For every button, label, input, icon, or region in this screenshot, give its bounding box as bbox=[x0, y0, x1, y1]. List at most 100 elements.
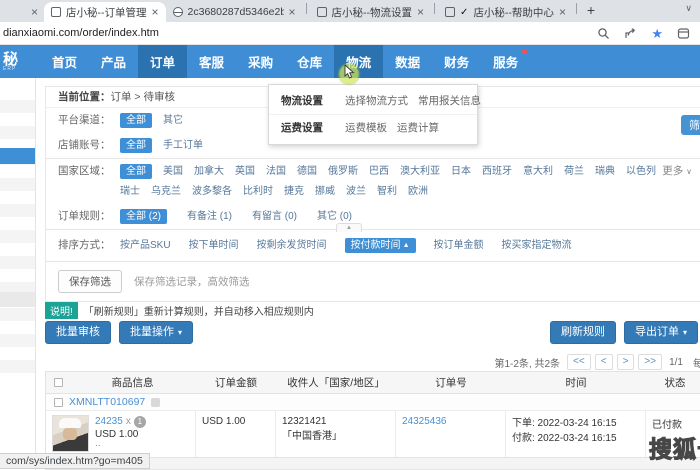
sort-option[interactable]: 按下单时间 bbox=[189, 237, 239, 254]
country-option[interactable]: 澳大利亚 bbox=[400, 163, 440, 180]
country-option[interactable]: 欧洲 bbox=[408, 183, 428, 200]
country-option[interactable]: 挪威 bbox=[315, 183, 335, 200]
zoom-icon[interactable] bbox=[597, 27, 610, 40]
close-icon[interactable]: × bbox=[417, 6, 424, 18]
sort-option[interactable]: 按订单金额 bbox=[434, 237, 484, 254]
nav-item-purchasing[interactable]: 采购 bbox=[236, 45, 285, 78]
sort-option[interactable]: 按产品SKU bbox=[120, 237, 171, 254]
bookmark-star-icon[interactable]: ★ bbox=[651, 27, 663, 40]
tab-title: 2c3680287d5346e2b3 bbox=[187, 6, 284, 18]
country-option[interactable]: 俄罗斯 bbox=[328, 163, 358, 180]
toolbar: 批量审核 批量操作 ▾ 刷新规则 导出订单 ▾ bbox=[45, 321, 698, 344]
country-option[interactable]: 荷兰 bbox=[564, 163, 584, 180]
shop-option[interactable]: 手工订单 bbox=[163, 140, 203, 151]
notice-text: 「刷新规则」重新计算规则，并自动移入相应规则内 bbox=[83, 307, 314, 318]
first-page-button[interactable]: << bbox=[567, 354, 591, 370]
rule-option[interactable]: 有备注 (1) bbox=[187, 208, 232, 225]
nav-item-finance[interactable]: 财务 bbox=[432, 45, 481, 78]
batch-operations-button[interactable]: 批量操作 ▾ bbox=[119, 321, 194, 344]
prev-page-button[interactable]: < bbox=[594, 354, 613, 370]
share-icon[interactable] bbox=[624, 27, 637, 40]
new-tab-button[interactable]: + bbox=[580, 2, 602, 18]
nav-item-data[interactable]: 数据 bbox=[383, 45, 432, 78]
platform-selected-chip[interactable]: 全部 bbox=[120, 113, 152, 128]
rules-selected-chip[interactable]: 全部 (2) bbox=[120, 209, 167, 224]
country-option[interactable]: 美国 bbox=[163, 163, 183, 180]
nav-item-customer-service[interactable]: 客服 bbox=[187, 45, 236, 78]
country-option[interactable]: 加拿大 bbox=[194, 163, 224, 180]
menu-item-customs-info[interactable]: 常用报关信息 bbox=[418, 93, 481, 109]
country-option[interactable]: 巴西 bbox=[369, 163, 389, 180]
nav-item-services[interactable]: 服务 bbox=[481, 45, 530, 78]
close-icon[interactable]: × bbox=[559, 6, 566, 18]
pagination: 第1-2条, 共2条 << < > >> 1/1 每页 bbox=[491, 354, 700, 370]
country-option[interactable]: 德国 bbox=[297, 163, 317, 180]
tab-logistics-settings[interactable]: 店小秘--物流设置 × bbox=[310, 2, 432, 22]
order-number-link[interactable]: 24325436 bbox=[402, 416, 447, 427]
order-amount-cell: USD 1.00 bbox=[196, 411, 276, 457]
platform-option[interactable]: 其它 bbox=[163, 115, 183, 126]
tab-help-center[interactable]: ✓ 店小秘--帮助中心 × bbox=[438, 2, 573, 22]
country-option[interactable]: 日本 bbox=[451, 163, 471, 180]
menu-item-freight-template[interactable]: 运费模板 bbox=[345, 120, 387, 136]
table-header: 商品信息 订单金额 收件人「国家/地区」 订单号 时间 状态 bbox=[46, 372, 700, 394]
nav-item-orders[interactable]: 订单 bbox=[138, 45, 188, 78]
country-option[interactable]: 英国 bbox=[235, 163, 255, 180]
tab-order-management[interactable]: 店小秘--订单管理 × bbox=[44, 2, 166, 22]
more-countries-button[interactable]: 更多 ∨ bbox=[662, 163, 692, 180]
menu-item-freight-calc[interactable]: 运费计算 bbox=[397, 120, 439, 136]
tab-separator bbox=[575, 3, 577, 14]
menu-item-choose-logistics[interactable]: 选择物流方式 bbox=[345, 93, 408, 109]
country-option[interactable]: 乌克兰 bbox=[151, 183, 181, 200]
dropdown-row-logistics-settings: 物流设置 选择物流方式 常用报关信息 bbox=[269, 88, 481, 114]
mouse-cursor bbox=[337, 62, 361, 86]
country-option[interactable]: 波兰 bbox=[346, 183, 366, 200]
sort-option[interactable]: 按剩余发货时间 bbox=[257, 237, 327, 254]
chevron-down-icon[interactable]: ∨ bbox=[685, 3, 692, 14]
tab-partial[interactable]: × bbox=[10, 2, 44, 22]
country-selected-chip[interactable]: 全部 bbox=[120, 164, 152, 179]
country-option[interactable]: 捷克 bbox=[284, 183, 304, 200]
url-text[interactable]: dianxiaomi.com/order/index.htm bbox=[3, 27, 159, 39]
tab-hash-page[interactable]: 2c3680287d5346e2b3 × bbox=[166, 2, 303, 22]
export-orders-button[interactable]: 导出订单 ▾ bbox=[623, 321, 698, 344]
country-option[interactable]: 波多黎各 bbox=[192, 183, 232, 200]
close-icon[interactable]: × bbox=[152, 6, 159, 18]
sort-selected-chip[interactable]: 按付款时间 ▲ bbox=[344, 238, 416, 253]
select-all-checkbox[interactable] bbox=[54, 378, 63, 387]
close-icon[interactable]: × bbox=[289, 6, 296, 18]
filter-button[interactable]: 筛选 bbox=[681, 115, 700, 135]
shop-icon bbox=[151, 397, 161, 407]
rule-option[interactable]: 有留言 (0) bbox=[252, 208, 297, 225]
next-page-button[interactable]: > bbox=[616, 354, 635, 370]
batch-review-button[interactable]: 批量审核 bbox=[45, 321, 111, 344]
save-filter-button[interactable]: 保存筛选 bbox=[58, 270, 122, 293]
sort-option[interactable]: 按买家指定物流 bbox=[502, 237, 572, 254]
dianxiaomi-logo: 秘 ERP bbox=[0, 45, 40, 78]
extension-icon[interactable] bbox=[677, 27, 690, 40]
nav-item-warehouse[interactable]: 仓库 bbox=[285, 45, 334, 78]
refresh-rules-button[interactable]: 刷新规则 bbox=[549, 321, 616, 344]
row-checkbox[interactable] bbox=[54, 397, 63, 407]
country-option[interactable]: 瑞典 bbox=[595, 163, 615, 180]
country-option[interactable]: 法国 bbox=[266, 163, 286, 180]
close-icon[interactable]: × bbox=[31, 6, 38, 18]
page-indicator: 1/1 bbox=[669, 356, 683, 368]
collapse-panel-tab[interactable]: ▲ bbox=[336, 223, 362, 232]
country-option[interactable]: 瑞士 bbox=[120, 183, 140, 200]
country-option[interactable]: 意大利 bbox=[523, 163, 553, 180]
last-page-button[interactable]: >> bbox=[638, 354, 663, 370]
product-thumbnail[interactable] bbox=[52, 415, 89, 452]
shop-selected-chip[interactable]: 全部 bbox=[120, 138, 152, 153]
country-option[interactable]: 西班牙 bbox=[482, 163, 512, 180]
country-option[interactable]: 以色列 bbox=[626, 163, 656, 180]
col-product-info: 商品信息 bbox=[111, 377, 154, 389]
nav-item-products[interactable]: 产品 bbox=[89, 45, 138, 78]
nav-item-home[interactable]: 首页 bbox=[40, 45, 89, 78]
logo-subtext: ERP bbox=[3, 65, 17, 72]
sku-link[interactable]: 24235 bbox=[95, 415, 123, 428]
country-option[interactable]: 比利时 bbox=[243, 183, 273, 200]
country-option[interactable]: 智利 bbox=[377, 183, 397, 200]
order-code-link[interactable]: XMNLTT010697 bbox=[69, 396, 145, 408]
sidebar-active-item[interactable] bbox=[0, 148, 35, 164]
